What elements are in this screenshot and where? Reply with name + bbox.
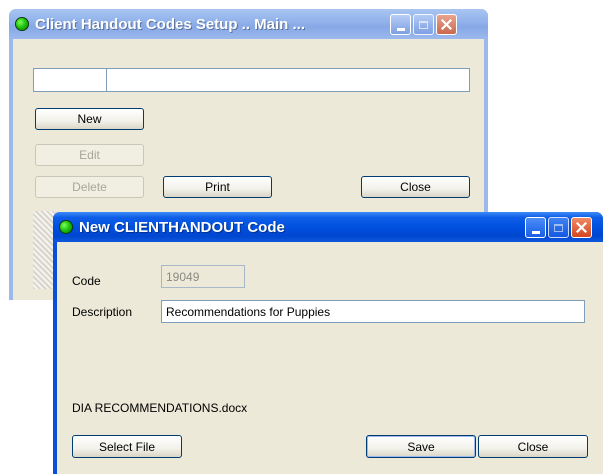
delete-button: Delete bbox=[35, 176, 144, 198]
dialog-minimize-button[interactable] bbox=[525, 217, 546, 238]
dialog-close-button[interactable] bbox=[571, 217, 592, 238]
dialog-maximize-button bbox=[548, 217, 569, 238]
edit-button: Edit bbox=[35, 144, 144, 166]
print-button[interactable]: Print bbox=[163, 176, 272, 198]
code-filter-input[interactable] bbox=[33, 68, 107, 92]
main-window-title: Client Handout Codes Setup .. Main ... bbox=[35, 15, 306, 33]
close-icon bbox=[576, 222, 587, 233]
green-status-icon bbox=[59, 220, 73, 234]
save-button[interactable]: Save bbox=[366, 435, 476, 458]
minimize-icon bbox=[531, 230, 540, 234]
description-label: Description bbox=[72, 305, 133, 319]
new-button[interactable]: New bbox=[35, 108, 144, 130]
main-minimize-button[interactable] bbox=[390, 14, 411, 35]
dialog-titlebar[interactable]: New CLIENTHANDOUT Code bbox=[53, 212, 603, 242]
file-name-text: DIA RECOMMENDATIONS.docx bbox=[72, 401, 248, 415]
dialog-client: Code Description DIA RECOMMENDATIONS.doc… bbox=[57, 242, 603, 474]
decorative-texture bbox=[33, 211, 55, 289]
main-window-titlebar[interactable]: Client Handout Codes Setup .. Main ... bbox=[9, 9, 488, 39]
code-field bbox=[161, 265, 245, 288]
select-file-button[interactable]: Select File bbox=[72, 435, 182, 458]
code-label: Code bbox=[72, 274, 101, 288]
dialog-controls bbox=[525, 217, 592, 238]
green-status-icon bbox=[15, 17, 29, 31]
dialog-close-text-button[interactable]: Close bbox=[478, 435, 588, 458]
minimize-icon bbox=[396, 27, 405, 31]
main-close-button[interactable] bbox=[436, 14, 457, 35]
new-code-dialog: New CLIENTHANDOUT Code Code Description … bbox=[53, 212, 603, 474]
close-icon bbox=[441, 19, 452, 30]
main-maximize-button bbox=[413, 14, 434, 35]
maximize-icon bbox=[554, 223, 563, 232]
description-field[interactable] bbox=[161, 300, 585, 323]
description-filter-input[interactable] bbox=[106, 68, 470, 92]
dialog-title: New CLIENTHANDOUT Code bbox=[79, 218, 285, 236]
main-window-controls bbox=[390, 14, 457, 35]
maximize-icon bbox=[419, 20, 428, 29]
close-button[interactable]: Close bbox=[361, 176, 470, 198]
